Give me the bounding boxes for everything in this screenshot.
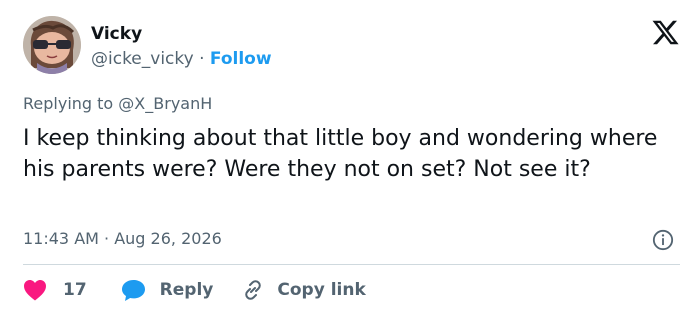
follow-button[interactable]: Follow <box>210 49 272 69</box>
like-button[interactable]: 17 <box>23 279 87 301</box>
avatar[interactable] <box>23 16 81 74</box>
heart-icon <box>24 280 46 301</box>
tweet-time: 11:43 AM <box>23 229 99 248</box>
tweet-text: I keep thinking about that little boy an… <box>23 126 658 182</box>
link-icon <box>245 280 262 300</box>
display-name[interactable]: Vicky <box>91 23 272 45</box>
divider <box>23 264 680 265</box>
copy-link-button[interactable]: Copy link <box>241 278 366 302</box>
copy-link-label: Copy link <box>277 280 366 300</box>
info-icon[interactable] <box>652 229 674 251</box>
reply-context: Replying to @X_BryanH <box>23 93 212 115</box>
tweet-date: Aug 26, 2026 <box>114 229 222 248</box>
reply-label: Reply <box>159 280 214 300</box>
handle-row: @icke_vicky · Follow <box>91 48 272 70</box>
avatar-cartoon-girl-icon <box>23 16 81 74</box>
like-count: 17 <box>63 280 87 300</box>
reply-bubble-icon <box>121 279 145 301</box>
reply-prefix: Replying to <box>23 94 119 113</box>
reply-target-handle[interactable]: @X_BryanH <box>118 94 212 113</box>
tweet-header: Vicky @icke_vicky · Follow <box>23 16 272 74</box>
action-bar: 17 Reply Copy link <box>23 278 366 302</box>
x-logo-icon[interactable] <box>651 18 680 47</box>
reply-button[interactable]: Reply <box>121 279 214 302</box>
user-info: Vicky @icke_vicky · Follow <box>91 23 272 70</box>
user-handle[interactable]: @icke_vicky <box>91 49 194 69</box>
handle-separator: · <box>193 48 210 69</box>
meta-separator: · <box>98 229 115 248</box>
tweet-card: Vicky @icke_vicky · Follow Replying to @… <box>0 0 700 318</box>
tweet-timestamp[interactable]: 11:43 AM · Aug 26, 2026 <box>23 228 222 250</box>
